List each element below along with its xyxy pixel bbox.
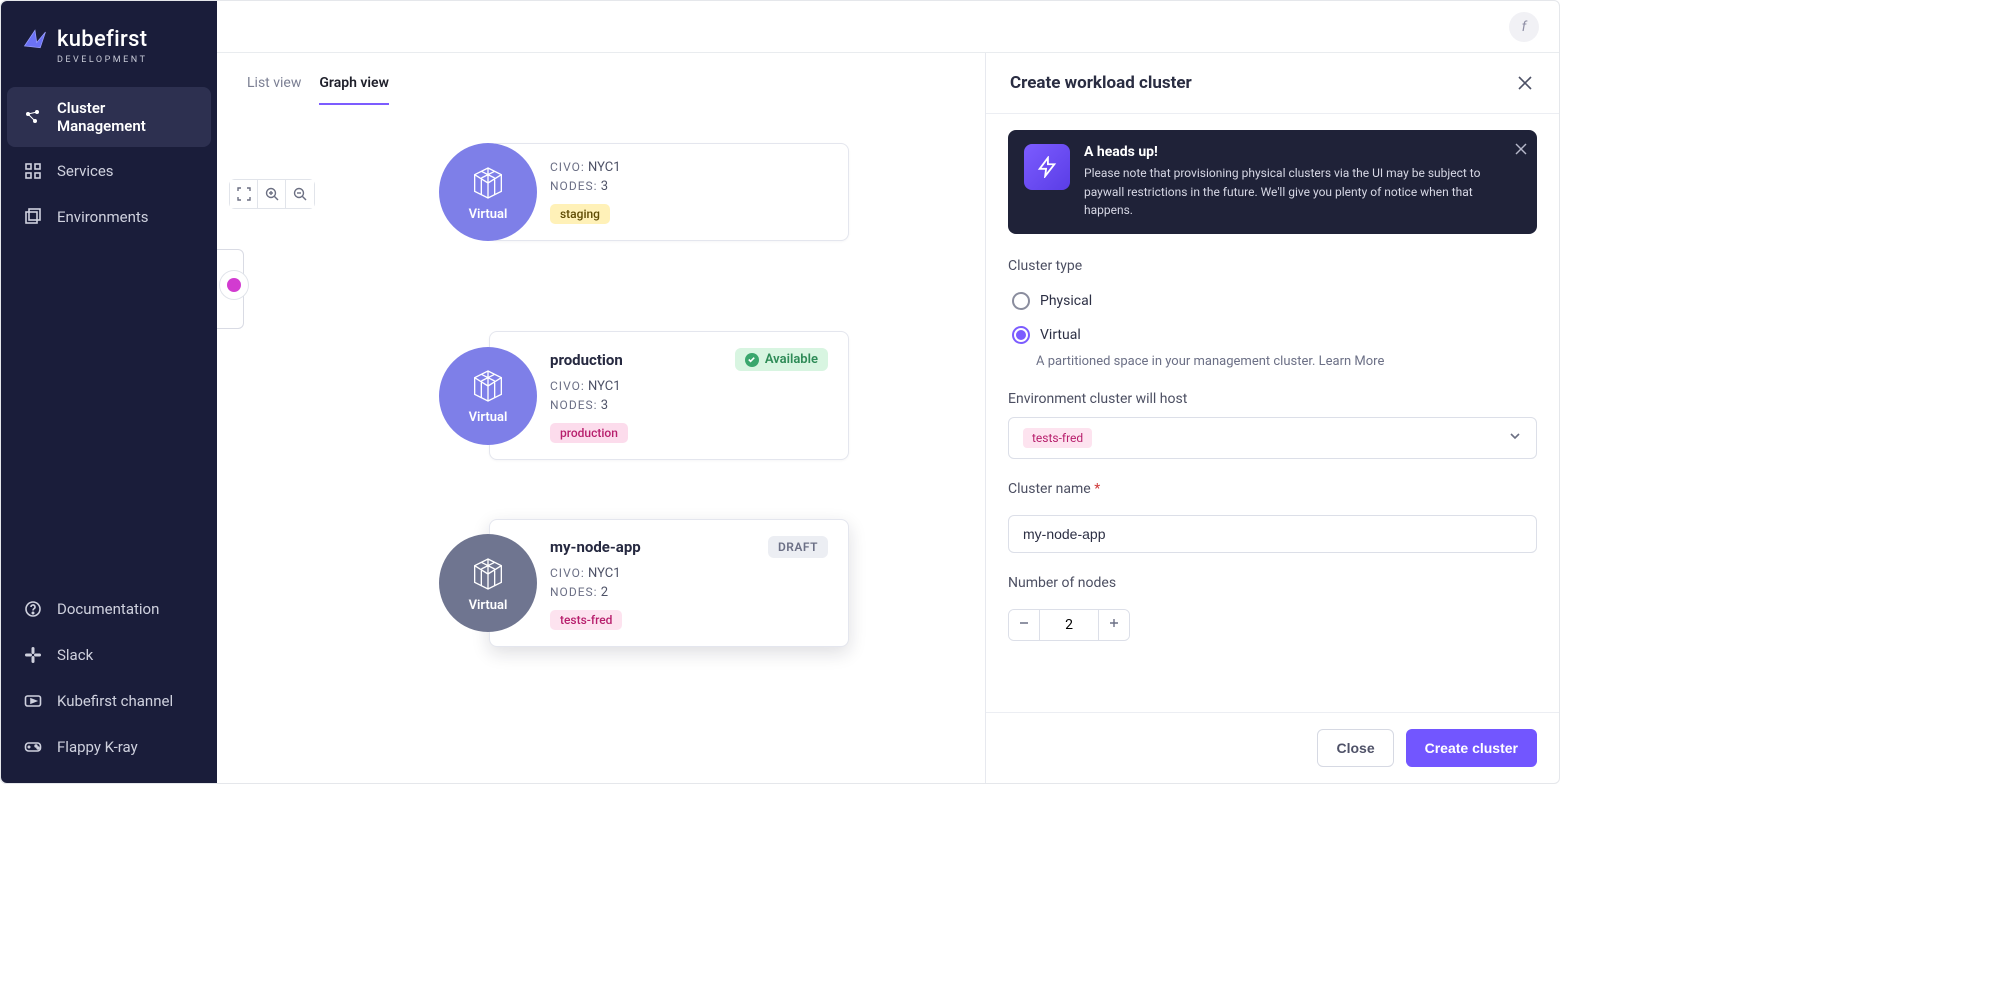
env-tag: tests-fred [550,610,622,630]
brand: kubefirst DEVELOPMENT [7,19,211,87]
create-cluster-button[interactable]: Create cluster [1406,729,1537,767]
learn-more-link[interactable]: Learn More [1319,354,1385,369]
nav-item-slack[interactable]: Slack [7,633,211,677]
radio-physical[interactable]: Physical [1008,284,1537,318]
cluster-kind-label: Virtual [469,598,508,613]
node-count-label: Number of nodes [1008,575,1537,591]
hub-dot-icon [227,278,241,292]
env-select[interactable]: tests-fred [1008,417,1537,459]
nav-item-flappy-k-ray[interactable]: Flappy K-ray [7,725,211,769]
nav-label: Slack [57,646,93,664]
virtual-hint: A partitioned space in your management c… [1036,354,1537,369]
topbar: f [217,1,1559,53]
check-icon [745,353,759,367]
nav-label: Documentation [57,600,159,618]
panel-footer: Close Create cluster [986,712,1559,783]
node-count-value: 2 [1039,610,1099,640]
node-count-stepper: 2 [1008,609,1130,641]
create-cluster-panel: Create workload cluster A heads up! Plea… [985,53,1559,783]
brand-subtitle: DEVELOPMENT [57,55,197,65]
radio-physical-label: Physical [1040,293,1092,309]
grid-icon [23,161,43,181]
cluster-circle: Virtual [439,534,537,632]
brand-name: kubefirst [57,27,147,52]
user-avatar[interactable]: f [1509,12,1539,42]
nav-label: Services [57,162,114,180]
graph-toolbar [229,179,315,209]
gamepad-icon [23,737,43,757]
nav-label: Flappy K-ray [57,738,138,756]
env-tag: staging [550,204,610,224]
alert-close-button[interactable] [1515,140,1527,159]
cluster-icon [23,107,43,127]
chevron-down-icon [1508,428,1522,447]
brand-logo-icon [21,25,49,53]
cluster-circle: Virtual [439,143,537,241]
bolt-icon [1024,144,1070,190]
nav-label: Cluster Management [57,99,195,135]
nav-item-documentation[interactable]: Documentation [7,587,211,631]
close-panel-button[interactable] [1515,73,1535,93]
graph-view: List view Graph view [217,53,985,783]
decrement-button[interactable] [1009,610,1039,640]
nav-item-kubefirst-channel[interactable]: Kubefirst channel [7,679,211,723]
cluster-node[interactable]: Virtual productionAvailable CIVO: NYC1 N… [439,331,849,460]
nav-label: Environments [57,208,149,226]
sidebar: kubefirst DEVELOPMENT Cluster Management… [1,1,217,783]
cluster-card: productionAvailable CIVO: NYC1 NODES: 3 … [489,331,849,460]
cluster-node[interactable]: Virtual CIVO: NYC1 NODES: 3 staging [439,143,849,241]
env-field-label: Environment cluster will host [1008,391,1537,407]
env-select-value: tests-fred [1023,428,1092,448]
status-badge: Available [735,348,828,371]
slack-icon [23,645,43,665]
radio-outer-icon [1012,292,1030,310]
main: f List view Graph view [217,1,1559,783]
cluster-circle: Virtual [439,347,537,445]
zoom-out-button[interactable] [286,180,314,208]
nav-item-services[interactable]: Services [7,149,211,193]
paywall-alert: A heads up! Please note that provisionin… [1008,130,1537,234]
radio-virtual[interactable]: Virtual [1008,318,1537,352]
radio-virtual-label: Virtual [1040,327,1081,343]
panel-header: Create workload cluster [986,53,1559,114]
alert-title: A heads up! [1084,144,1521,160]
hub-node[interactable] [220,271,248,299]
youtube-icon [23,691,43,711]
cluster-type-label: Cluster type [1008,258,1537,274]
avatar-initials: f [1522,19,1527,35]
cluster-kind-label: Virtual [469,207,508,222]
cluster-kind-label: Virtual [469,410,508,425]
cluster-card: my-node-appDRAFT CIVO: NYC1 NODES: 2 tes… [489,519,849,647]
cluster-name-input[interactable] [1008,515,1537,553]
panel-title: Create workload cluster [1010,73,1192,93]
fit-button[interactable] [230,180,258,208]
nav-item-cluster-management[interactable]: Cluster Management [7,87,211,147]
status-badge: DRAFT [768,536,828,558]
nav-label: Kubefirst channel [57,692,173,710]
cluster-card: CIVO: NYC1 NODES: 3 staging [489,143,849,241]
alert-text: Please note that provisioning physical c… [1084,164,1521,220]
help-circle-icon [23,599,43,619]
cluster-node[interactable]: Virtual my-node-appDRAFT CIVO: NYC1 NODE… [439,519,849,647]
env-tag: production [550,423,628,443]
nav-item-environments[interactable]: Environments [7,195,211,239]
increment-button[interactable] [1099,610,1129,640]
zoom-in-button[interactable] [258,180,286,208]
stack-icon [23,207,43,227]
radio-outer-icon [1012,326,1030,344]
cluster-name-label: Cluster name * [1008,481,1537,497]
close-button[interactable]: Close [1317,729,1393,767]
